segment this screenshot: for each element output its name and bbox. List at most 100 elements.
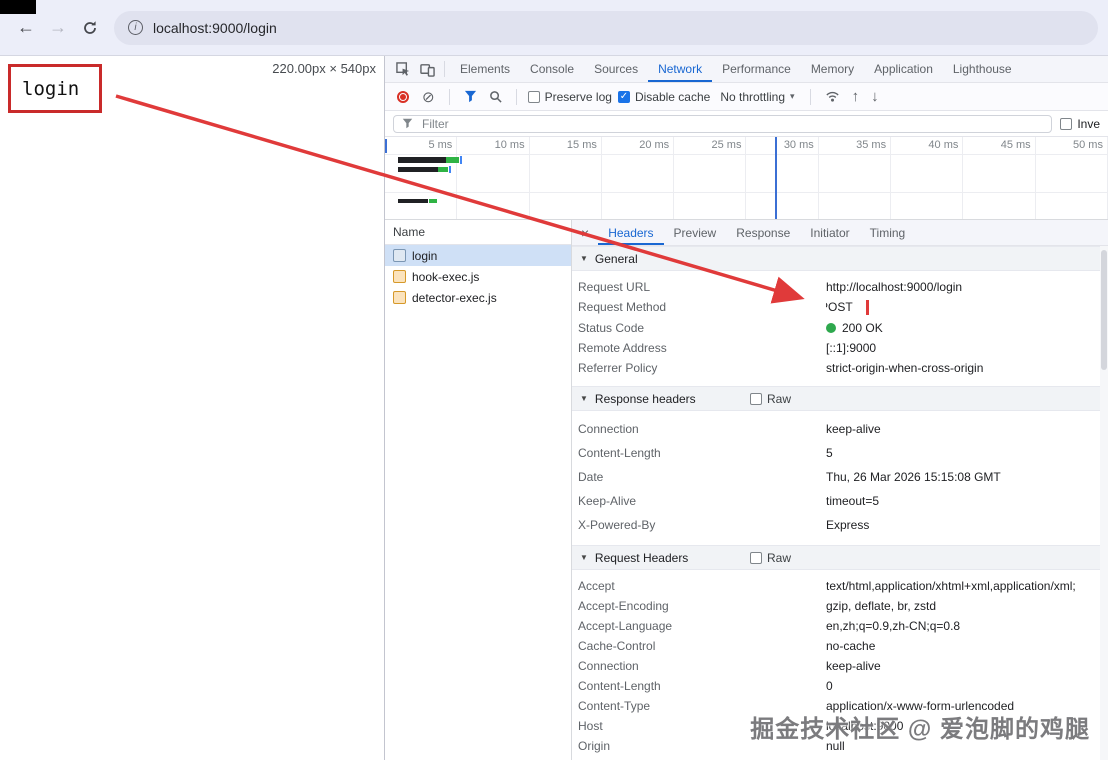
filter-input[interactable]: Filter [393,115,1052,133]
script-icon [393,291,406,304]
inspect-element-icon[interactable] [391,57,415,81]
section-response-headers[interactable]: ▼ Response headers Raw [572,386,1108,411]
network-toolbar: ⊘ Preserve log ✓ Disable cache No thrott… [385,83,1108,111]
devtools-tab-lighthouse[interactable]: Lighthouse [943,56,1022,82]
window-corner [0,0,36,14]
header-key: Content-Length [578,679,826,693]
disable-cache-toggle[interactable]: ✓ Disable cache [618,90,710,104]
header-key: Request Method [578,300,826,315]
throttling-dropdown[interactable]: No throttling ▾ [716,90,798,104]
document-icon [393,249,406,262]
timeline-tick: 45 ms [1001,139,1031,151]
forward-button[interactable]: → [44,14,72,42]
invert-filter-toggle[interactable]: Inve [1060,117,1100,131]
script-icon [393,270,406,283]
request-row-hook-exec[interactable]: hook-exec.js [385,266,571,287]
header-value: keep-alive [826,422,1108,436]
disclosure-triangle-icon: ▼ [580,553,588,562]
divider [516,89,517,105]
devtools-tab-network[interactable]: Network [648,56,712,82]
devtools-tab-performance[interactable]: Performance [712,56,801,82]
search-icon[interactable] [486,90,505,103]
waterfall-bar [398,157,446,163]
page-info-icon[interactable]: i [128,20,143,35]
header-key: Content-Type [578,699,826,713]
details-tab-headers[interactable]: Headers [598,220,663,245]
login-button[interactable]: login [8,64,102,113]
export-har-icon[interactable]: ↓ [868,88,882,105]
header-key: Accept [578,579,826,593]
name-column-header[interactable]: Name [385,220,571,245]
reload-button[interactable] [76,14,104,42]
timeline-marker [775,137,777,219]
scrollbar[interactable] [1100,246,1108,760]
import-har-icon[interactable]: ↑ [849,88,863,105]
header-row: X-Powered-By Express [572,513,1108,537]
timeline-tick: 20 ms [639,139,669,151]
raw-toggle[interactable]: Raw [750,392,791,406]
timeline-tick: 5 ms [428,139,452,151]
section-general[interactable]: ▼ General [572,246,1108,271]
devtools-tab-application[interactable]: Application [864,56,943,82]
scrollbar-thumb[interactable] [1101,250,1107,370]
devtools-tab-sources[interactable]: Sources [584,56,648,82]
throttling-value: No throttling [720,90,785,104]
section-title: Response headers [595,392,696,406]
waterfall-bar [460,156,462,164]
devtools-tab-memory[interactable]: Memory [801,56,864,82]
divider [810,89,811,105]
general-rows: Request URL http://localhost:9000/login … [572,271,1108,386]
request-list: Name login hook-exec.js detector-exec.js [385,220,572,760]
divider [449,89,450,105]
filter-icon[interactable] [461,90,480,103]
header-value: 5 [826,446,1108,460]
clear-button[interactable]: ⊘ [419,88,438,106]
header-row: Accept-Language en,zh;q=0.9,zh-CN;q=0.8 [572,616,1108,636]
back-button[interactable]: ← [12,14,40,42]
header-row: Date Thu, 26 Mar 2026 15:15:08 GMT [572,465,1108,489]
timeline-grid: 5 ms 10 ms 15 ms 20 ms 25 ms 30 ms 35 ms… [385,137,1108,219]
timeline-tick: 35 ms [856,139,886,151]
header-value: no-cache [826,639,1108,653]
devtools-tab-console[interactable]: Console [520,56,584,82]
timeline-column: 20 ms [602,137,674,219]
timeline-tick: 30 ms [784,139,814,151]
url-bar[interactable]: i localhost:9000/login [114,11,1098,45]
header-key: Origin [578,739,826,753]
timeline-column: 15 ms [530,137,602,219]
header-row: Keep-Alive timeout=5 [572,489,1108,513]
header-value: en,zh;q=0.9,zh-CN;q=0.8 [826,619,1108,633]
request-row-login[interactable]: login [385,245,571,266]
details-tab-timing[interactable]: Timing [860,220,916,245]
section-request-headers[interactable]: ▼ Request Headers Raw [572,545,1108,570]
waterfall-timeline[interactable]: 5 ms 10 ms 15 ms 20 ms 25 ms 30 ms 35 ms… [385,137,1108,220]
header-key: Remote Address [578,341,826,355]
timeline-column: 35 ms [819,137,891,219]
device-toolbar-icon[interactable] [415,57,439,81]
header-row: Accept-Encoding gzip, deflate, br, zstd [572,596,1108,616]
devtools-tab-elements[interactable]: Elements [450,56,520,82]
timeline-column: 10 ms [457,137,529,219]
details-tab-response[interactable]: Response [726,220,800,245]
header-key: Status Code [578,321,826,335]
details-tab-preview[interactable]: Preview [664,220,727,245]
unchecked-checkbox-icon [528,91,540,103]
section-title: General [595,252,638,266]
network-conditions-icon[interactable] [822,89,843,104]
browser-window: ← → i localhost:9000/login login 220.00p… [0,0,1108,760]
disable-cache-label: Disable cache [635,90,710,104]
filter-bar: Filter Inve [385,111,1108,137]
header-row: Referrer Policy strict-origin-when-cross… [572,358,1108,378]
timeline-tick: 25 ms [712,139,742,151]
close-icon[interactable]: × [572,225,598,241]
request-row-detector-exec[interactable]: detector-exec.js [385,287,571,308]
waterfall-bar [438,167,448,172]
raw-toggle[interactable]: Raw [750,551,791,565]
record-button[interactable] [393,87,413,107]
header-value: application/x-www-form-urlencoded [826,699,1108,713]
details-tab-initiator[interactable]: Initiator [800,220,859,245]
header-key: Connection [578,659,826,673]
preserve-log-toggle[interactable]: Preserve log [528,90,612,104]
header-key: Content-Length [578,446,826,460]
header-row: Connection keep-alive [572,417,1108,441]
